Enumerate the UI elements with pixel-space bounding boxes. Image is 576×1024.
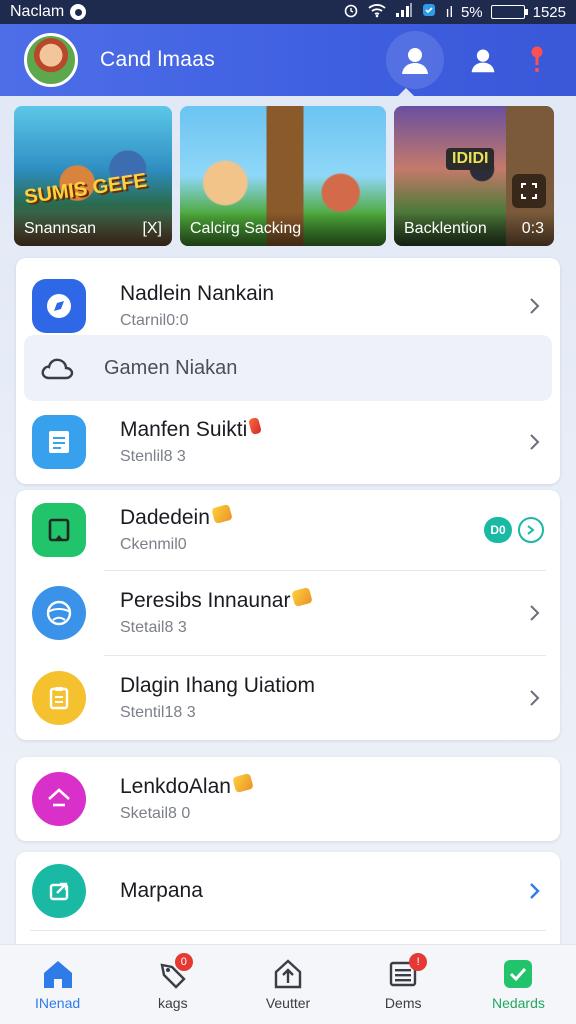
nav-items[interactable]: ! Dems	[346, 945, 461, 1024]
battery-percent: 5%	[460, 3, 483, 21]
list-item[interactable]: Nadlein Nankain Ctarnil0:0	[16, 268, 560, 344]
nav-label: kags	[158, 995, 188, 1011]
item-subtitle: Stenlil8 3	[120, 448, 186, 465]
list-item[interactable]: Dlagin Ihang Uiatiom Stentil18 3	[16, 657, 560, 739]
item-subtitle: Ckenmil0	[120, 536, 187, 553]
battery-icon	[490, 5, 528, 19]
profile-button[interactable]	[386, 31, 444, 89]
notification-icon	[70, 4, 87, 20]
nav-label: INenad	[35, 995, 81, 1011]
globe-icon	[32, 586, 86, 640]
status-badge: D0	[484, 517, 512, 543]
divider	[104, 655, 546, 656]
nav-label: Dems	[384, 995, 422, 1011]
item-title: Gamen Niakan	[104, 356, 238, 379]
menu-card: Nadlein Nankain Ctarnil0:0 Gamen Niakan …	[16, 258, 560, 484]
status-pill[interactable]: D0	[484, 517, 544, 543]
list-item[interactable]: Marpana	[16, 856, 560, 926]
nav-rewards[interactable]: Nedards	[461, 945, 576, 1024]
share-icon	[32, 864, 86, 918]
divider	[30, 930, 546, 931]
alert-button[interactable]	[522, 31, 552, 89]
avatar[interactable]	[24, 33, 78, 87]
fire-emoji-icon	[248, 416, 263, 436]
list-item[interactable]: LenkdoAlan Sketail8 0	[16, 757, 560, 841]
alarm-icon	[343, 2, 359, 22]
tablet-icon	[32, 503, 86, 557]
item-title: Nadlein Nankain	[120, 282, 275, 305]
home-icon	[43, 961, 72, 988]
list-item[interactable]: Peresibs Innaunar Stetail8 3	[16, 572, 560, 654]
item-title: Marpana	[120, 879, 203, 902]
list-item[interactable]: Dadedein Ckenmil0 D0	[16, 490, 560, 570]
menu-card: LenkdoAlan Sketail8 0	[16, 757, 560, 841]
item-title: Dadedein	[120, 506, 210, 529]
clipboard-icon	[32, 671, 86, 725]
bottom-navigation: INenad 0 kags Veutter ! Dems Nedards	[0, 944, 576, 1024]
item-subtitle: Stetail8 3	[120, 619, 187, 636]
gem-emoji-icon	[211, 503, 233, 525]
game-title: Calcirg Sacking	[190, 220, 302, 237]
item-title: Peresibs Innaunar	[120, 589, 291, 612]
upload-icon	[32, 772, 86, 826]
notification-badge: 0	[174, 953, 193, 971]
list-item[interactable]: Manfen Suikti Stenlil8 3	[16, 402, 560, 482]
clock: 1525	[532, 3, 566, 21]
nav-updates[interactable]: Veutter	[230, 945, 345, 1024]
game-banner[interactable]: IDIDI Backlention 0:3	[394, 106, 554, 246]
nav-tags[interactable]: 0 kags	[115, 945, 230, 1024]
chevron-right-icon	[530, 690, 540, 706]
game-banner[interactable]: SUMIS GEFE Snannsan [X]	[14, 106, 172, 246]
status-bar: Naclam ıl 5% 1525	[0, 0, 576, 24]
item-title: Manfen Suikti	[120, 418, 248, 441]
game-banner[interactable]: Calcirg Sacking	[180, 106, 386, 246]
nav-label: Veutter	[265, 995, 311, 1011]
item-subtitle: Ctarnil0:0	[120, 312, 189, 329]
user-icon	[402, 48, 428, 74]
gem-emoji-icon	[291, 586, 314, 608]
expand-icon	[521, 183, 537, 199]
refresh-icon	[518, 517, 544, 543]
check-square-icon	[504, 960, 533, 988]
document-icon	[32, 415, 86, 469]
header-title: Cand lmaas	[100, 48, 216, 71]
game-title: Snannsan	[24, 220, 97, 237]
signal-text: ıl	[445, 3, 453, 21]
upload-house-icon	[274, 959, 302, 989]
compass-icon	[32, 279, 86, 333]
list-item-selected[interactable]: Gamen Niakan	[24, 335, 552, 401]
game-badge: [X]	[142, 220, 162, 237]
game-logo: SUMIS GEFE	[22, 169, 149, 209]
user-icon	[471, 49, 495, 73]
notification-badge: !	[409, 953, 428, 971]
chevron-right-icon	[530, 298, 540, 314]
item-title: LenkdoAlan	[120, 775, 231, 798]
chevron-right-icon	[530, 605, 540, 621]
alert-pin-icon	[531, 46, 543, 72]
data-sync-icon	[421, 2, 437, 22]
featured-games: SUMIS GEFE Snannsan [X] Calcirg Sacking …	[14, 106, 562, 246]
item-subtitle: Sketail8 0	[120, 805, 191, 822]
game-logo: IDIDI	[446, 148, 495, 170]
wifi-icon	[367, 2, 387, 22]
cell-signal-icon	[395, 2, 413, 22]
gem-emoji-icon	[232, 772, 254, 794]
cloud-icon	[41, 358, 74, 380]
chevron-right-icon	[530, 883, 540, 899]
divider	[104, 570, 546, 571]
nav-home[interactable]: INenad	[0, 945, 115, 1024]
fullscreen-button[interactable]	[512, 174, 546, 208]
nav-label: Nedards	[491, 995, 545, 1011]
chevron-right-icon	[530, 434, 540, 450]
game-title: Backlention	[404, 220, 487, 237]
app-header: Cand lmaas	[0, 24, 576, 96]
status-app-name: Naclam	[10, 3, 65, 20]
item-title: Dlagin Ihang Uiatiom	[120, 674, 315, 697]
game-badge: 0:3	[521, 220, 544, 237]
menu-card: Dadedein Ckenmil0 D0 Peresibs Innaunar S…	[16, 490, 560, 740]
friends-button[interactable]	[454, 31, 512, 89]
item-subtitle: Stentil18 3	[120, 704, 196, 721]
tab-pointer	[398, 88, 414, 96]
